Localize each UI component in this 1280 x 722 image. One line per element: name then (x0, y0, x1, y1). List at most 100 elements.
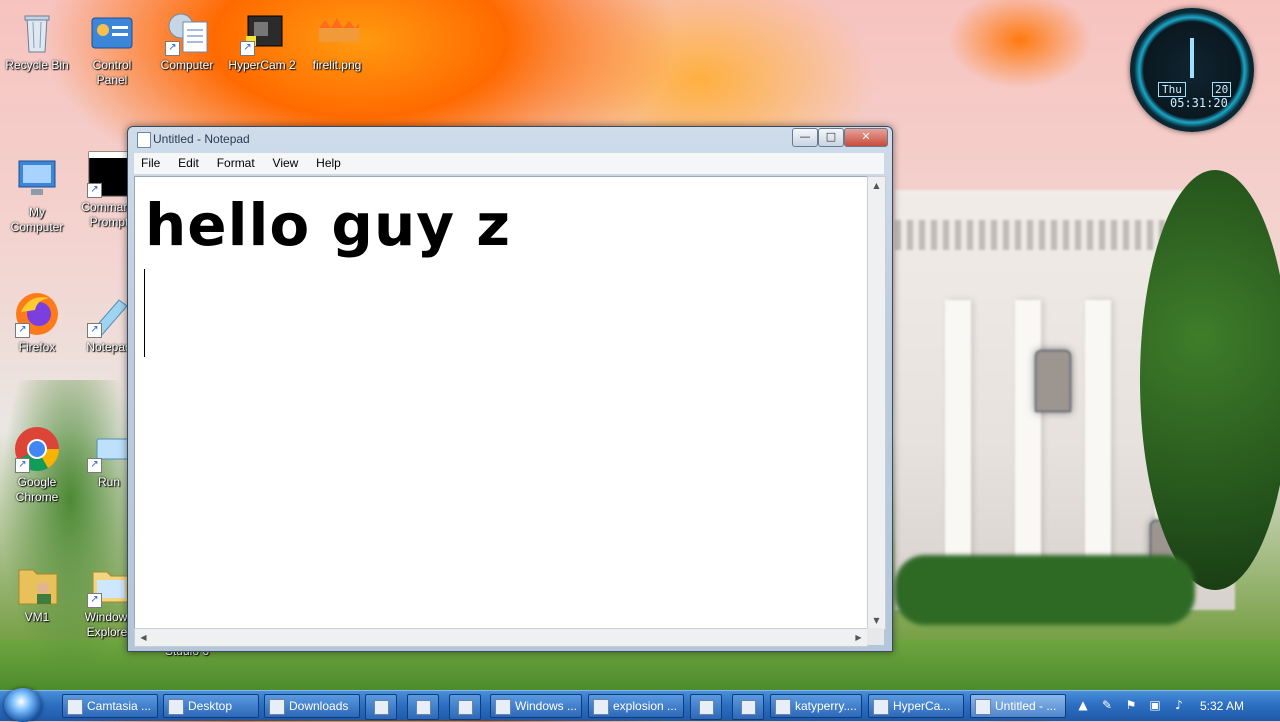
shortcut-arrow-icon: ↗ (165, 41, 180, 56)
scroll-down-arrow-icon[interactable]: ▼ (868, 612, 885, 629)
desktop-icon-label: Firefox (18, 340, 56, 354)
scroll-left-arrow-icon[interactable]: ◀ (135, 629, 152, 646)
desktop-icon-label: Recycle Bin (5, 58, 69, 72)
shortcut-arrow-icon: ↗ (87, 183, 102, 198)
taskbar-button-app1[interactable] (365, 694, 397, 720)
firefox-icon: ↗ (13, 290, 61, 338)
taskbar-label: Camtasia ... (87, 699, 152, 713)
hypercam-icon (873, 699, 889, 715)
desktop-icon-control-panel[interactable]: Control Panel (75, 8, 149, 88)
desktop-icon-vm1[interactable]: VM1 (0, 560, 74, 625)
desktop-icon-label: HyperCam 2 (228, 58, 296, 72)
desktop-icon-recycle-bin[interactable]: Recycle Bin (0, 8, 74, 73)
background-hedge (895, 555, 1195, 625)
taskbar: Camtasia ... Desktop Downloads Windows .… (0, 688, 1280, 722)
system-tray: ▲ ✎ ⚑ ▣ ♪ (1070, 691, 1280, 721)
taskbar-button-app3[interactable] (732, 694, 764, 720)
taskbar-button-firefox[interactable] (407, 694, 439, 720)
gadget-time: 05:31:20 (1170, 96, 1228, 110)
background-tree (1140, 170, 1280, 590)
taskbar-button-photoshop[interactable] (690, 694, 722, 720)
windows-explorer-icon: ↗ (85, 560, 133, 608)
chrome-icon (593, 699, 609, 715)
menu-file[interactable]: File (134, 153, 167, 174)
taskbar-button-notepad[interactable]: Untitled - ... (970, 694, 1066, 718)
notepad-window[interactable]: Untitled - Notepad — □ ✕ File Edit Forma… (127, 126, 893, 652)
clock-gadget[interactable]: Thu 20 05:31:20 (1130, 8, 1254, 132)
shortcut-arrow-icon: ↗ (240, 41, 255, 56)
taskbar-button-downloads[interactable]: Downloads (264, 694, 360, 718)
desktop-icon-computer[interactable]: ↗ Computer (150, 8, 224, 73)
desktop-icon-chrome[interactable]: ↗ Google Chrome (0, 425, 74, 505)
taskbar-button-katyperry[interactable]: katyperry.... (770, 694, 862, 718)
notepad-icon (975, 699, 991, 715)
volume-icon[interactable]: ♪ (1172, 698, 1186, 712)
resize-grip[interactable] (867, 628, 884, 645)
menu-bar: File Edit Format View Help (134, 153, 884, 175)
gadget-day: Thu (1158, 82, 1186, 97)
photoshop-icon (699, 700, 714, 715)
app-icon (458, 700, 473, 715)
app-icon (741, 700, 756, 715)
scroll-right-arrow-icon[interactable]: ▶ (850, 629, 867, 646)
notepad-icon: ↗ (85, 290, 133, 338)
desktop-icon-label: Control Panel (92, 58, 132, 87)
editor-content: hello guy z (145, 191, 511, 259)
show-hidden-icons-icon[interactable]: ▲ (1076, 698, 1090, 712)
taskbar-button-camtasia[interactable]: Camtasia ... (62, 694, 158, 718)
app-icon (374, 700, 389, 715)
camtasia-icon (67, 699, 83, 715)
taskbar-label: HyperCa... (893, 699, 951, 713)
desktop-icon-firefox[interactable]: ↗ Firefox (0, 290, 74, 355)
window-icon (495, 699, 511, 715)
network-icon[interactable]: ▣ (1148, 698, 1162, 712)
firefox-icon (416, 700, 431, 715)
pen-icon[interactable]: ✎ (1100, 698, 1114, 712)
shortcut-arrow-icon: ↗ (15, 323, 30, 338)
taskbar-button-app2[interactable] (449, 694, 481, 720)
clock-hand (1190, 38, 1194, 78)
window-title: Untitled - Notepad (153, 132, 250, 146)
desktop-icon-label: Google Chrome (15, 475, 59, 504)
folder-icon (168, 699, 184, 715)
text-caret (144, 269, 145, 357)
desktop-icon-label: VM1 (24, 610, 50, 624)
taskbar-label: Downloads (289, 699, 349, 713)
desktop-icon-my-computer[interactable]: My Computer (0, 155, 74, 235)
notepad-app-icon (137, 132, 151, 148)
start-button[interactable] (4, 688, 42, 722)
taskbar-label: explosion ... (613, 699, 678, 713)
taskbar-button-explosion[interactable]: explosion ... (588, 694, 684, 718)
scroll-up-arrow-icon[interactable]: ▲ (868, 177, 885, 194)
shortcut-arrow-icon: ↗ (87, 593, 102, 608)
desktop-icon-label: My Computer (10, 205, 64, 234)
flag-icon[interactable]: ⚑ (1124, 698, 1138, 712)
taskbar-clock[interactable]: 5:32 AM (1200, 699, 1244, 713)
folder-user-icon (13, 560, 61, 608)
menu-view[interactable]: View (266, 153, 306, 174)
desktop-icon-label: Notepad (86, 340, 132, 354)
horizontal-scrollbar[interactable]: ◀ ▶ (134, 628, 868, 647)
text-editor[interactable]: hello guy z (134, 176, 868, 630)
desktop-icon-label: Run (97, 475, 120, 489)
menu-format[interactable]: Format (210, 153, 262, 174)
desktop-icon-label: Computer (160, 58, 214, 72)
shortcut-arrow-icon: ↗ (15, 458, 30, 473)
desktop-icon-firelit[interactable]: firelit.png (300, 8, 374, 73)
close-button[interactable]: ✕ (844, 128, 888, 147)
command-prompt-icon: ↗ (85, 150, 134, 198)
taskbar-button-hypercam[interactable]: HyperCa... (868, 694, 964, 718)
desktop-icon-hypercam[interactable]: ↗ HyperCam 2 (225, 8, 299, 73)
title-bar[interactable]: Untitled - Notepad — □ ✕ (128, 127, 892, 151)
taskbar-button-desktop[interactable]: Desktop (163, 694, 259, 718)
taskbar-button-windows[interactable]: Windows ... (490, 694, 582, 718)
maximize-button[interactable]: □ (818, 128, 844, 147)
menu-help[interactable]: Help (309, 153, 348, 174)
vertical-scrollbar[interactable]: ▲ ▼ (867, 176, 886, 630)
my-computer-icon (13, 155, 61, 203)
folder-icon (269, 699, 285, 715)
menu-edit[interactable]: Edit (171, 153, 206, 174)
minimize-button[interactable]: — (792, 128, 818, 147)
shortcut-arrow-icon: ↗ (87, 458, 102, 473)
photoshop-icon (775, 699, 791, 715)
